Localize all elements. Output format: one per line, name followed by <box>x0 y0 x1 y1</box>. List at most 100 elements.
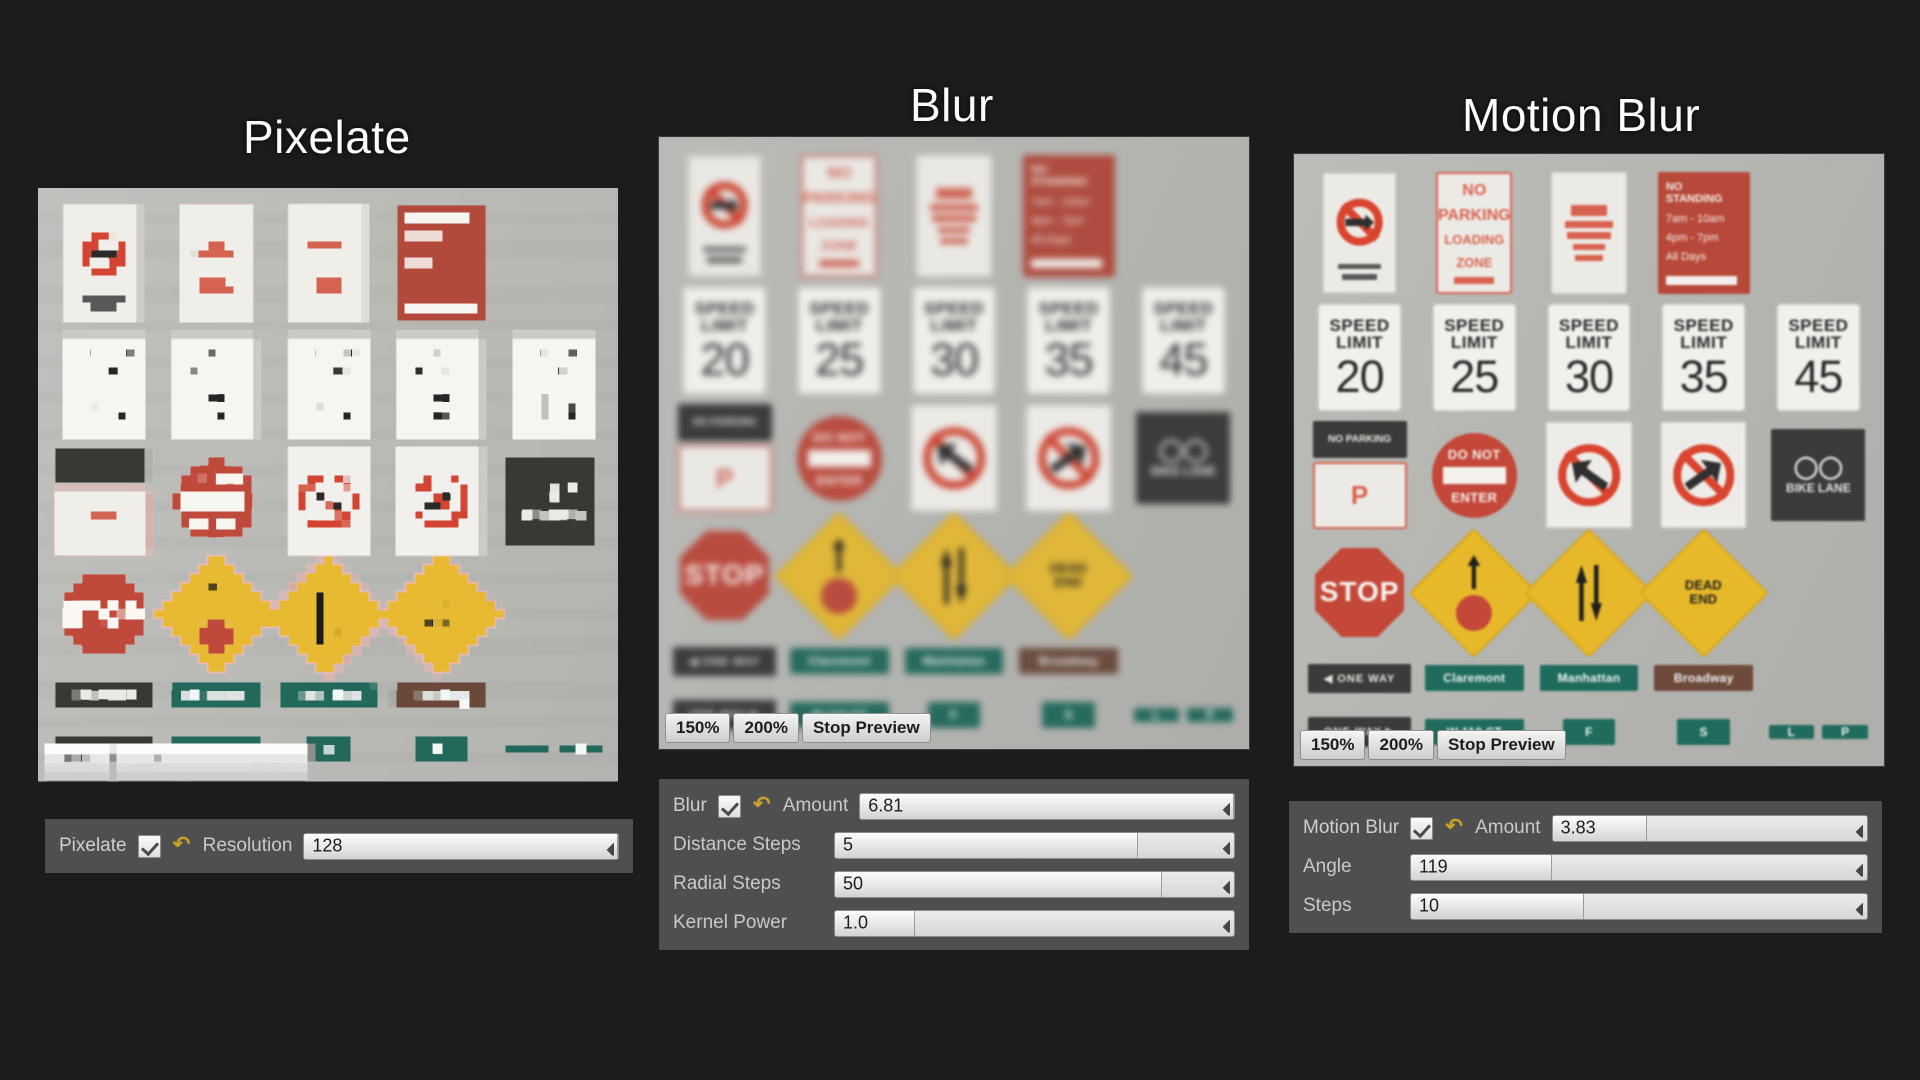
settings-row: Steps 10 <box>1303 891 1868 921</box>
poster-cell <box>774 510 905 641</box>
control-label-angle: Angle <box>1303 856 1352 877</box>
poster-cell <box>1011 399 1126 516</box>
poster-cell <box>159 202 271 330</box>
undo-icon-blur[interactable]: ↶ <box>752 794 772 816</box>
poster-cell: ◀ ONE WAY <box>667 634 782 688</box>
resize-grip-icon[interactable] <box>1217 841 1230 855</box>
poster-cell: DO NOT ENTER <box>159 444 271 558</box>
poster-cell: SPEED LIMIT 30 <box>897 282 1012 399</box>
poster-cell <box>897 150 1012 282</box>
sign-poster-blur: NO PARKING LOADING ZONE NO STANDING 7am - 1… <box>659 137 1249 749</box>
amount-slider-motion-blur[interactable]: 3.83 <box>1551 814 1868 842</box>
control-label-amount: Amount <box>782 795 849 816</box>
enable-checkbox-motion-blur[interactable] <box>1410 816 1434 840</box>
stop-preview-button-blur[interactable]: Stop Preview <box>801 713 931 743</box>
poster-cell: NO PARKING LOADING ZONE <box>782 150 897 282</box>
settings-panel-pixelate: Pixelate ↶ Resolution 128 <box>44 818 634 874</box>
resize-grip-icon[interactable] <box>1217 919 1230 933</box>
poster-cell: DEAD END <box>1638 527 1769 658</box>
resize-grip-icon[interactable] <box>1850 902 1863 916</box>
poster-cell: Broadway <box>1011 634 1126 688</box>
resolution-value: 128 <box>312 835 343 856</box>
effect-label-motion-blur: Motion Blur <box>1303 817 1400 838</box>
zoom-150-button-motion-blur[interactable]: 150% <box>1300 730 1366 760</box>
undo-icon-pixelate[interactable]: ↶ <box>172 834 192 856</box>
resize-grip-icon[interactable] <box>1850 863 1863 877</box>
zoom-150-button-blur[interactable]: 150% <box>665 713 731 743</box>
sign-poster-motion-blur: NO PARKING LOADING ZONE NO STANDING 7am - 1… <box>1294 154 1884 766</box>
control-label-steps: Steps <box>1303 895 1352 916</box>
sign-poster-pixelate: SPEED LIMIT 20 SPEED LIMIT 25 SPEED LIMIT 30 S… <box>39 189 617 783</box>
poster-cell: NO STANDING 7am - 10am 4pm - 7pm All Day… <box>1646 167 1761 299</box>
poster-cell <box>1524 527 1654 658</box>
column-title-motion-blur: Motion Blur <box>1462 89 1701 141</box>
preview-image-pixelate[interactable]: SPEED LIMIT 20 SPEED LIMIT 25 SPEED LIMIT 30 S… <box>38 188 618 784</box>
steps-slider[interactable]: 10 <box>1410 892 1868 920</box>
poster-cell: ◀ ONE WAY <box>47 671 159 723</box>
poster-cell <box>667 150 782 282</box>
amount-value-blur: 6.81 <box>868 795 904 816</box>
steps-value: 10 <box>1419 895 1440 916</box>
poster-cell <box>1761 651 1876 705</box>
stop-preview-button-motion-blur[interactable]: Stop Preview <box>1436 730 1566 760</box>
poster-cell: SPEED LIMIT 35 <box>384 330 496 444</box>
preview-zoom-controls-motion-blur: 150% 200% Stop Preview <box>1300 730 1566 760</box>
control-label-resolution: Resolution <box>202 835 293 856</box>
poster-cell: SPEED LIMIT 20 <box>1302 299 1417 416</box>
poster-cell: SPEED LIMIT 45 <box>1126 282 1241 399</box>
resolution-slider[interactable]: 128 <box>303 832 619 860</box>
poster-cell <box>1646 416 1761 533</box>
stop-preview-button-pixelate[interactable]: Stop Preview <box>181 747 311 777</box>
poster-cell: Manhattan <box>897 634 1012 688</box>
poster-cell <box>497 202 609 330</box>
poster-cell: LP <box>1126 688 1241 742</box>
zoom-200-button-blur[interactable]: 200% <box>733 713 799 743</box>
radial-steps-value: 50 <box>843 873 864 894</box>
poster-cell: DO NOT ENTER <box>1417 416 1532 533</box>
poster-cell <box>897 399 1012 516</box>
settings-row: Blur ↶ Amount 6.81 <box>673 791 1235 821</box>
radial-steps-slider[interactable]: 50 <box>834 870 1235 898</box>
poster-cell: SPEED LIMIT 35 <box>1011 282 1126 399</box>
enable-checkbox-pixelate[interactable] <box>137 834 161 858</box>
enable-checkbox-blur[interactable] <box>717 794 741 818</box>
poster-cell: SPEED LIMIT 25 <box>782 282 897 399</box>
zoom-200-button-motion-blur[interactable]: 200% <box>1368 730 1434 760</box>
poster-cell <box>384 202 496 330</box>
zoom-150-button-pixelate[interactable]: 150% <box>45 747 111 777</box>
poster-cell <box>1126 517 1241 634</box>
poster-cell <box>1532 416 1647 533</box>
kernel-power-slider[interactable]: 1.0 <box>834 909 1235 937</box>
undo-icon-motion-blur[interactable]: ↶ <box>1444 816 1464 838</box>
poster-cell: S <box>1646 705 1761 759</box>
poster-cell: S <box>1011 688 1126 742</box>
poster-cell: SPEED LIMIT 25 <box>159 330 271 444</box>
poster-cell <box>1761 534 1876 651</box>
preview-image-motion-blur[interactable]: NO PARKING LOADING ZONE NO STANDING 7am - 1… <box>1293 153 1885 767</box>
poster-cell <box>272 444 384 558</box>
poster-cell <box>497 558 609 672</box>
zoom-200-button-pixelate[interactable]: 200% <box>113 747 179 777</box>
poster-cell: NO PARKING P <box>667 399 782 516</box>
poster-cell: LP <box>497 724 609 776</box>
angle-slider[interactable]: 119 <box>1410 853 1868 881</box>
distance-steps-slider[interactable]: 5 <box>834 831 1235 859</box>
poster-cell <box>1302 167 1417 299</box>
poster-cell: ◀ ONE WAY <box>1302 651 1417 705</box>
kernel-power-value: 1.0 <box>843 912 869 933</box>
preview-image-blur[interactable]: NO PARKING LOADING ZONE NO STANDING 7am - 1… <box>658 136 1250 750</box>
resize-grip-icon[interactable] <box>1217 880 1230 894</box>
control-label-amount-motion: Amount <box>1475 817 1541 838</box>
poster-cell: DO NOT ENTER <box>782 399 897 516</box>
preview-zoom-controls-blur: 150% 200% Stop Preview <box>665 713 931 743</box>
settings-row: Kernel Power 1.0 <box>673 908 1235 938</box>
settings-row: Distance Steps 5 <box>673 830 1235 860</box>
poster-cell: STOP <box>1302 534 1417 651</box>
poster-cell <box>1126 634 1241 688</box>
poster-cell: STOP <box>667 517 782 634</box>
resize-grip-icon[interactable] <box>1850 824 1863 838</box>
poster-cell: SPEED LIMIT 45 <box>497 330 609 444</box>
poster-cell: SPEED LIMIT 25 <box>1417 299 1532 416</box>
poster-cell: SPEED LIMIT 35 <box>1646 299 1761 416</box>
amount-slider-blur[interactable]: 6.81 <box>859 792 1235 820</box>
